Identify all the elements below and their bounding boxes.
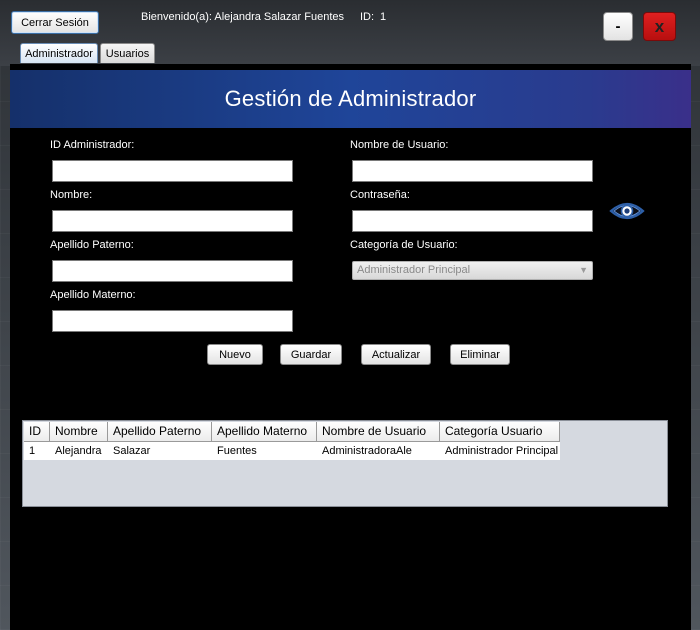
guardar-button[interactable]: Guardar bbox=[280, 344, 342, 365]
usuario-input[interactable] bbox=[352, 160, 593, 182]
user-id-value: 1 bbox=[380, 11, 387, 23]
close-button[interactable]: x bbox=[643, 12, 676, 41]
contrasena-input[interactable] bbox=[352, 210, 593, 232]
cell-categoria: Administrador Principal bbox=[445, 445, 559, 457]
apellido-materno-label: Apellido Materno: bbox=[50, 289, 136, 301]
column-header-categoria[interactable]: Categoría Usuario bbox=[440, 422, 560, 442]
user-id-label: ID: bbox=[360, 11, 375, 23]
apellido-paterno-label: Apellido Paterno: bbox=[50, 239, 134, 251]
cell-apellido-paterno: Salazar bbox=[113, 445, 151, 457]
actualizar-button[interactable]: Actualizar bbox=[361, 344, 431, 365]
column-header-apellido-materno[interactable]: Apellido Materno bbox=[212, 422, 317, 442]
admin-table[interactable]: ID Nombre Apellido Paterno Apellido Mate… bbox=[22, 420, 668, 507]
tab-usuarios[interactable]: Usuarios bbox=[100, 43, 155, 63]
tab-administrador[interactable]: Administrador bbox=[20, 43, 98, 63]
nombre-label: Nombre: bbox=[50, 189, 93, 201]
minimize-button[interactable]: - bbox=[603, 12, 633, 41]
cell-id: 1 bbox=[29, 445, 36, 457]
cell-usuario: AdministradoraAle bbox=[322, 445, 412, 457]
column-header-id[interactable]: ID bbox=[24, 422, 50, 442]
column-header-nombre[interactable]: Nombre bbox=[50, 422, 108, 442]
contrasena-label: Contraseña: bbox=[350, 189, 410, 201]
categoria-select-value: Administrador Principal bbox=[357, 264, 471, 276]
id-admin-input[interactable] bbox=[52, 160, 293, 182]
cell-nombre: Alejandra bbox=[55, 445, 102, 457]
nuevo-button[interactable]: Nuevo bbox=[207, 344, 263, 365]
cell-apellido-materno: Fuentes bbox=[217, 445, 257, 457]
column-header-usuario[interactable]: Nombre de Usuario bbox=[317, 422, 440, 442]
nombre-input[interactable] bbox=[52, 210, 293, 232]
apellido-paterno-input[interactable] bbox=[52, 260, 293, 282]
page-title: Gestión de Administrador bbox=[10, 70, 691, 128]
chevron-down-icon: ▼ bbox=[579, 265, 588, 275]
logout-button[interactable]: Cerrar Sesión bbox=[11, 11, 99, 34]
eliminar-button[interactable]: Eliminar bbox=[450, 344, 510, 365]
welcome-text: Bienvenido(a): Alejandra Salazar Fuentes bbox=[141, 11, 345, 23]
categoria-select[interactable]: Administrador Principal ▼ bbox=[352, 261, 593, 280]
categoria-label: Categoría de Usuario: bbox=[350, 239, 458, 251]
usuario-label: Nombre de Usuario: bbox=[350, 139, 449, 151]
apellido-materno-input[interactable] bbox=[52, 310, 293, 332]
column-header-apellido-paterno[interactable]: Apellido Paterno bbox=[108, 422, 212, 442]
eye-icon[interactable] bbox=[609, 198, 645, 224]
id-admin-label: ID Administrador: bbox=[50, 139, 135, 151]
